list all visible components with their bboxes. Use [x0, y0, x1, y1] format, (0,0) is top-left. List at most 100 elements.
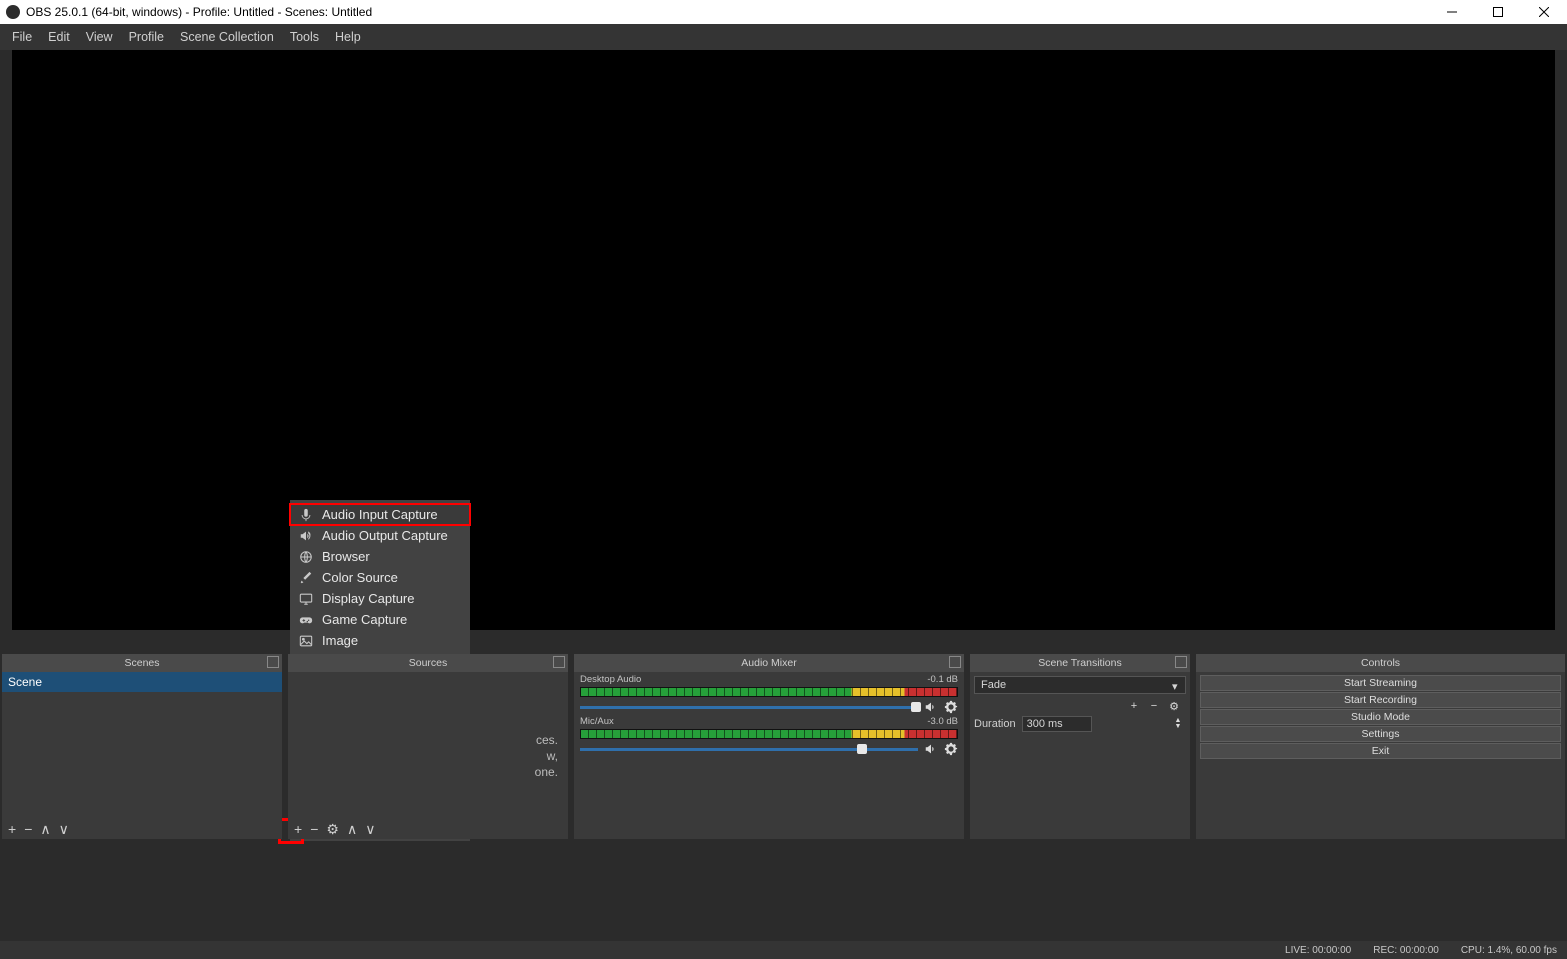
mute-button[interactable] — [924, 700, 938, 714]
menu-scene-collection[interactable]: Scene Collection — [172, 27, 282, 47]
ctx-label: Browser — [322, 549, 370, 564]
channel-db: -3.0 dB — [927, 716, 958, 727]
status-rec: REC: 00:00:00 — [1373, 945, 1439, 956]
obs-logo-icon — [6, 5, 20, 19]
sources-header[interactable]: Sources — [288, 654, 568, 672]
globe-icon — [298, 549, 314, 565]
channel-db: -0.1 dB — [927, 674, 958, 685]
popout-icon[interactable] — [1175, 656, 1187, 668]
gamepad-icon — [298, 612, 314, 628]
duration-stepper[interactable]: ▲▼ — [1170, 716, 1186, 732]
transition-settings-button[interactable]: ⚙ — [1166, 698, 1182, 714]
sources-hint: ces. w, one. — [348, 732, 558, 780]
popout-icon[interactable] — [267, 656, 279, 668]
ctx-browser[interactable]: Browser — [290, 546, 470, 567]
ctx-audio-output-capture[interactable]: Audio Output Capture — [290, 525, 470, 546]
scenes-add-button[interactable]: + — [8, 821, 16, 837]
controls-header[interactable]: Controls — [1196, 654, 1565, 672]
volume-slider[interactable] — [580, 748, 918, 751]
start-recording-button[interactable]: Start Recording — [1200, 692, 1561, 708]
transition-select[interactable]: Fade ▾ — [974, 676, 1186, 694]
duration-input[interactable]: 300 ms — [1022, 716, 1092, 732]
close-button[interactable] — [1521, 0, 1567, 24]
studio-mode-button[interactable]: Studio Mode — [1200, 709, 1561, 725]
scenes-remove-button[interactable]: − — [24, 821, 32, 837]
channel-name: Mic/Aux — [580, 716, 614, 727]
start-streaming-button[interactable]: Start Streaming — [1200, 675, 1561, 691]
ctx-image[interactable]: Image — [290, 630, 470, 651]
popout-icon[interactable] — [949, 656, 961, 668]
mixer-channel-mic: Mic/Aux -3.0 dB — [574, 714, 964, 756]
controls-title: Controls — [1361, 657, 1400, 669]
status-bar: LIVE: 00:00:00 REC: 00:00:00 CPU: 1.4%, … — [0, 941, 1567, 959]
settings-button[interactable]: Settings — [1200, 726, 1561, 742]
transitions-header[interactable]: Scene Transitions — [970, 654, 1190, 672]
sources-down-button[interactable]: ∨ — [365, 821, 375, 838]
scenes-up-button[interactable]: ∧ — [40, 821, 50, 838]
volume-slider[interactable] — [580, 706, 918, 709]
vu-meter — [580, 729, 958, 739]
maximize-button[interactable] — [1475, 0, 1521, 24]
minimize-button[interactable] — [1429, 0, 1475, 24]
sources-up-button[interactable]: ∧ — [347, 821, 357, 838]
transition-remove-button[interactable]: − — [1146, 698, 1162, 714]
duration-label: Duration — [974, 718, 1016, 730]
ctx-label: Display Capture — [322, 591, 415, 606]
ctx-game-capture[interactable]: Game Capture — [290, 609, 470, 630]
sources-settings-button[interactable]: ⚙ — [326, 821, 339, 838]
speaker-icon — [298, 528, 314, 544]
popout-icon[interactable] — [553, 656, 565, 668]
mic-icon — [298, 507, 314, 523]
ctx-label: Color Source — [322, 570, 398, 585]
controls-panel: Controls Start Streaming Start Recording… — [1196, 654, 1565, 839]
exit-button[interactable]: Exit — [1200, 743, 1561, 759]
monitor-icon — [298, 591, 314, 607]
vu-meter — [580, 687, 958, 697]
sources-remove-button[interactable]: − — [310, 821, 318, 837]
ctx-display-capture[interactable]: Display Capture — [290, 588, 470, 609]
channel-settings-button[interactable] — [944, 742, 958, 756]
menu-edit[interactable]: Edit — [40, 27, 78, 47]
ctx-label: Audio Output Capture — [322, 528, 448, 543]
menu-file[interactable]: File — [4, 27, 40, 47]
sources-title: Sources — [409, 657, 448, 669]
mixer-header[interactable]: Audio Mixer — [574, 654, 964, 672]
menu-view[interactable]: View — [78, 27, 121, 47]
scenes-footer: + − ∧ ∨ — [2, 819, 282, 839]
ctx-color-source[interactable]: Color Source — [290, 567, 470, 588]
scenes-down-button[interactable]: ∨ — [59, 821, 69, 838]
ctx-label: Image — [322, 633, 358, 648]
mute-button[interactable] — [924, 742, 938, 756]
preview-canvas[interactable] — [12, 50, 1555, 630]
mixer-channel-desktop: Desktop Audio -0.1 dB — [574, 672, 964, 714]
ctx-label: Audio Input Capture — [322, 507, 438, 522]
menu-tools[interactable]: Tools — [282, 27, 327, 47]
scenes-panel: Scenes Scene + − ∧ ∨ — [2, 654, 282, 839]
sources-footer: + − ⚙ ∧ ∨ — [288, 819, 568, 839]
scene-list-item[interactable]: Scene — [2, 672, 282, 692]
transition-add-button[interactable]: + — [1126, 698, 1142, 714]
status-cpu: CPU: 1.4%, 60.00 fps — [1461, 945, 1557, 956]
sources-panel: Sources ces. w, one. + − ⚙ ∧ ∨ — [288, 654, 568, 839]
sources-add-button[interactable]: + — [294, 821, 302, 837]
transitions-panel: Scene Transitions Fade ▾ + − ⚙ Du — [970, 654, 1190, 839]
transitions-title: Scene Transitions — [1038, 657, 1121, 669]
status-live: LIVE: 00:00:00 — [1285, 945, 1351, 956]
mixer-title: Audio Mixer — [741, 657, 796, 669]
ctx-audio-input-capture[interactable]: Audio Input Capture — [290, 504, 470, 525]
menu-profile[interactable]: Profile — [121, 27, 172, 47]
brush-icon — [298, 570, 314, 586]
bottom-panels: Scenes Scene + − ∧ ∨ Sources ce — [0, 654, 1567, 839]
channel-settings-button[interactable] — [944, 700, 958, 714]
channel-name: Desktop Audio — [580, 674, 641, 685]
scenes-header[interactable]: Scenes — [2, 654, 282, 672]
window-title: OBS 25.0.1 (64-bit, windows) - Profile: … — [26, 5, 372, 19]
ctx-label: Game Capture — [322, 612, 407, 627]
audio-mixer-panel: Audio Mixer Desktop Audio -0.1 dB Mic/Aux… — [574, 654, 964, 839]
dropdown-icon: ▾ — [1172, 680, 1182, 690]
app-shell: File Edit View Profile Scene Collection … — [0, 24, 1567, 959]
titlebar: OBS 25.0.1 (64-bit, windows) - Profile: … — [0, 0, 1567, 24]
menubar: File Edit View Profile Scene Collection … — [0, 24, 1567, 50]
menu-help[interactable]: Help — [327, 27, 369, 47]
image-icon — [298, 633, 314, 649]
